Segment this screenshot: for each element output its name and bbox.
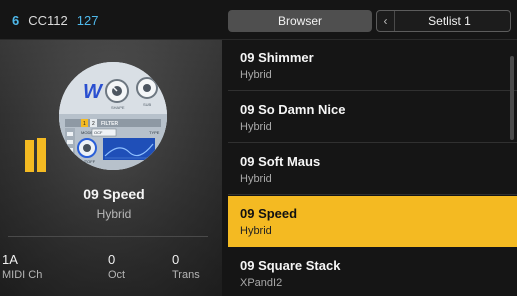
patch-list: 09 Shimmer Hybrid 09 So Damn Nice Hybrid… — [228, 40, 517, 296]
stat-value: 0 — [172, 252, 180, 267]
divider — [8, 236, 208, 237]
patch-name: 09 Shimmer — [240, 50, 314, 65]
svg-text:SUB: SUB — [143, 102, 152, 107]
patch-name: 09 Speed — [240, 206, 298, 221]
svg-text:1: 1 — [83, 121, 86, 127]
patch-name: 09 Square Stack — [240, 258, 341, 273]
midi-status: 6 CC112 127 — [0, 0, 222, 40]
midi-ch-stat[interactable]: 1A MIDI Ch — [2, 252, 42, 281]
stat-value: 0 — [108, 252, 116, 267]
svg-text:TYPE: TYPE — [149, 130, 160, 135]
patch-stats: 1A MIDI Ch 0 Oct 0 Trans — [0, 252, 222, 292]
svg-text:2: 2 — [92, 121, 95, 127]
patch-type: Hybrid — [240, 173, 272, 185]
oct-stat[interactable]: 0 Oct — [108, 252, 125, 281]
stat-value: 1A — [2, 252, 18, 267]
list-item[interactable]: 09 Shimmer Hybrid — [228, 40, 517, 91]
patch-type: Hybrid — [240, 69, 272, 81]
list-item[interactable]: 09 So Damn Nice Hybrid — [228, 92, 517, 143]
synth-panel-image: W SHAPE SUB 1 2 FILTER MODE OCF TYPE CUT… — [59, 62, 167, 170]
current-patch-panel: W SHAPE SUB 1 2 FILTER MODE OCF TYPE CUT… — [0, 40, 222, 296]
patch-type: Hybrid — [240, 121, 272, 133]
patch-type: Hybrid — [240, 225, 272, 237]
stat-label: Oct — [108, 269, 126, 281]
patch-type: XPandI2 — [240, 277, 283, 289]
setlist-label: Setlist 1 — [428, 14, 471, 28]
svg-text:FILTER: FILTER — [101, 121, 119, 127]
svg-text:MODE: MODE — [81, 130, 93, 135]
current-patch-name: 09 Speed — [83, 186, 145, 202]
patch-name: 09 So Damn Nice — [240, 102, 346, 117]
list-item[interactable]: 09 Soft Maus Hybrid — [228, 144, 517, 195]
setlist-selector[interactable]: ‹ Setlist 1 — [376, 10, 511, 32]
svg-text:W: W — [83, 81, 104, 103]
scrollbar[interactable] — [510, 56, 514, 140]
svg-text:SHAPE: SHAPE — [111, 105, 125, 110]
level-meter-icon — [25, 138, 47, 172]
top-bar: 6 CC112 127 Browser ‹ Setlist 1 — [0, 0, 517, 40]
browser-button[interactable]: Browser — [228, 10, 372, 32]
list-item[interactable]: 09 Square Stack XPandI2 — [228, 248, 517, 296]
midi-channel: 6 — [12, 12, 20, 28]
cc-value: 127 — [76, 12, 99, 28]
chevron-left-icon[interactable]: ‹ — [377, 11, 395, 31]
svg-text:OCF: OCF — [94, 130, 103, 135]
cc-label: CC112 — [28, 12, 68, 28]
browser-label: Browser — [277, 14, 322, 28]
trans-stat[interactable]: 0 Trans — [172, 252, 200, 281]
patch-thumbnail: W SHAPE SUB 1 2 FILTER MODE OCF TYPE CUT… — [59, 62, 167, 170]
list-item-selected[interactable]: 09 Speed Hybrid — [228, 196, 517, 247]
current-patch-type: Hybrid — [96, 207, 132, 221]
stat-label: Trans — [172, 269, 200, 281]
stat-label: MIDI Ch — [2, 269, 43, 281]
patch-name: 09 Soft Maus — [240, 154, 321, 169]
